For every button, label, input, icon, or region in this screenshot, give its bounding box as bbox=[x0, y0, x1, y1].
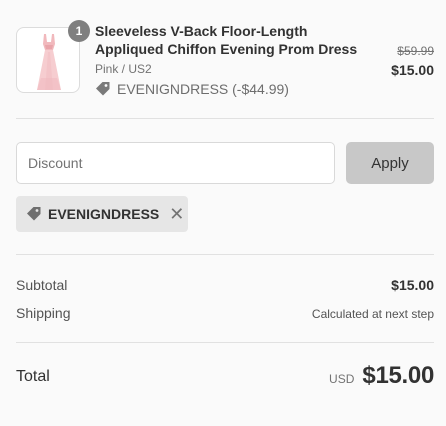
line-discount-label: EVENIGNDRESS (-$44.99) bbox=[117, 81, 289, 97]
order-summary: 1 Sleeveless V-Back Floor-Length Appliqu… bbox=[0, 0, 446, 426]
close-icon[interactable]: ✕ bbox=[169, 205, 184, 223]
final-price: $15.00 bbox=[391, 62, 434, 78]
shipping-value: Calculated at next step bbox=[311, 307, 434, 321]
line-discount: EVENIGNDRESS (-$44.99) bbox=[95, 79, 289, 99]
quantity-badge: 1 bbox=[68, 20, 90, 42]
subtotal-label: Subtotal bbox=[16, 277, 68, 293]
subtotal-value: $15.00 bbox=[391, 277, 434, 293]
shipping-label: Shipping bbox=[16, 305, 71, 321]
total-label: Total bbox=[16, 368, 50, 385]
applied-discount-tag: EVENIGNDRESS ✕ bbox=[16, 196, 188, 232]
total-amount: USD $15.00 bbox=[329, 362, 434, 390]
divider bbox=[16, 118, 434, 119]
product-name: Sleeveless V-Back Floor-Length Appliqued… bbox=[95, 23, 358, 57]
original-price: $59.99 bbox=[397, 44, 434, 58]
applied-code-label: EVENIGNDRESS bbox=[48, 206, 160, 222]
divider bbox=[16, 254, 434, 255]
discount-input[interactable] bbox=[16, 142, 335, 184]
tag-icon bbox=[27, 207, 41, 221]
product-variant: Pink / US2 bbox=[95, 62, 152, 76]
line-item: 1 Sleeveless V-Back Floor-Length Appliqu… bbox=[0, 0, 446, 118]
tag-icon bbox=[96, 82, 110, 96]
currency-code: USD bbox=[329, 372, 355, 386]
apply-button[interactable]: Apply bbox=[346, 142, 434, 184]
total-value: $15.00 bbox=[362, 362, 434, 389]
divider bbox=[16, 342, 434, 343]
